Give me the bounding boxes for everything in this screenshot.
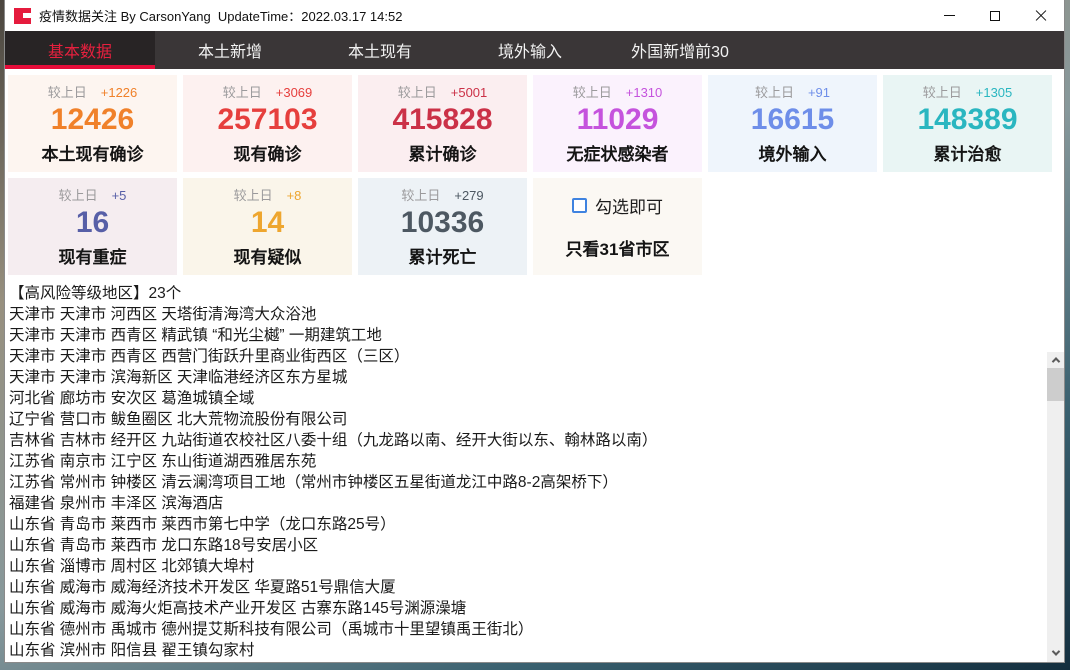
risk-list-item: 山东省 威海市 威海火炬高技术产业开发区 古寨东路145号渊源澡塘 (9, 598, 1042, 619)
stat-card: 较上日 +516 现有重症 (8, 178, 177, 275)
tab-bar: 基本数据本土新增本土现有境外输入外国新增前30 (5, 31, 1064, 69)
risk-list-item: 吉林省 吉林市 经开区 九站街道农校社区八委十组（九龙路以南、经开大街以东、翰林… (9, 430, 1042, 451)
stat-label: 无症状感染者 (567, 140, 669, 165)
risk-list-item: 山东省 淄博市 周村区 北郊镇大埠村 (9, 556, 1042, 577)
stat-card: 较上日 +3069 257103 现有确诊 (183, 75, 352, 172)
risk-list-item: 江苏省 南京市 江宁区 东山街道湖西雅居东苑 (9, 451, 1042, 472)
delta-value: +3069 (276, 85, 313, 100)
minimize-icon (944, 15, 955, 16)
maximize-button[interactable] (972, 0, 1018, 31)
maximize-icon (990, 11, 1000, 21)
delta-prefix-label: 较上日 (398, 85, 437, 100)
risk-list-item: 山东省 德州市 禹城市 德州提艾斯科技有限公司（禹城市十里望镇禹王街北） (9, 619, 1042, 640)
stat-label: 现有疑似 (234, 243, 302, 268)
delta-prefix-label: 较上日 (59, 188, 98, 203)
delta-value: +91 (808, 85, 830, 100)
stat-card: 较上日 +1310 11029 无症状感染者 (533, 75, 702, 172)
stat-card: 较上日 +279 10336 累计死亡 (358, 178, 527, 275)
stat-card: 较上日 +91 16615 境外输入 (708, 75, 877, 172)
delta-value: +1305 (976, 85, 1013, 100)
stat-value: 16 (76, 207, 109, 239)
chevron-up-icon (1051, 357, 1059, 365)
minimize-button[interactable] (926, 0, 972, 31)
stat-value: 10336 (401, 207, 484, 239)
stat-label: 累计治愈 (934, 140, 1002, 165)
stat-card: 较上日 +1226 12426 本土现有确诊 (8, 75, 177, 172)
checkbox-row[interactable]: 勾选即可 (572, 193, 663, 218)
risk-list-item: 天津市 天津市 西青区 西营门街跃升里商业街西区（三区） (9, 346, 1042, 367)
scrollbar-thumb[interactable] (1047, 368, 1064, 401)
close-button[interactable] (1018, 0, 1064, 31)
stat-label: 累计死亡 (409, 243, 477, 268)
stat-label: 现有确诊 (234, 140, 302, 165)
risk-list-item: 山东省 青岛市 莱西市 龙口东路18号安居小区 (9, 535, 1042, 556)
delta-value: +1226 (101, 85, 138, 100)
vertical-scrollbar[interactable] (1047, 352, 1064, 662)
stat-value: 11029 (577, 104, 659, 136)
close-icon (1035, 10, 1047, 22)
risk-list-item: 山东省 威海市 威海经济技术开发区 华夏路51号鼎信大厦 (9, 577, 1042, 598)
stat-card: 较上日 +814 现有疑似 (183, 178, 352, 275)
tab-3[interactable]: 本土现有 (305, 31, 455, 69)
delta-prefix-label: 较上日 (223, 85, 262, 100)
delta-prefix-label: 较上日 (234, 188, 273, 203)
checkbox-label[interactable]: 勾选即可 (595, 193, 663, 218)
app-logo-icon (14, 8, 31, 24)
delta-value: +279 (454, 188, 483, 203)
window-title: 疫情数据关注 By CarsonYang UpdateTime：2022.03.… (39, 6, 402, 25)
desktop-background: 疫情数据关注 By CarsonYang UpdateTime：2022.03.… (0, 0, 1070, 670)
chevron-down-icon (1051, 647, 1059, 655)
only-31-provinces-checkbox[interactable] (572, 198, 587, 213)
main-content: 较上日+122612426本土现有确诊较上日+3069257103现有确诊较上日… (5, 69, 1064, 662)
delta-prefix-label: 较上日 (755, 85, 794, 100)
stat-value: 257103 (217, 104, 317, 136)
delta-prefix-label: 较上日 (401, 188, 440, 203)
stat-card: 较上日 +5001 415828 累计确诊 (358, 75, 527, 172)
risk-area-list: 【高风险等级地区】23个 天津市 天津市 河西区 天塔街清海湾大众浴池天津市 天… (5, 283, 1064, 661)
stat-card: 较上日 +1305 148389 累计治愈 (883, 75, 1052, 172)
risk-list-item: 天津市 天津市 滨海新区 天津临港经济区东方星城 (9, 367, 1042, 388)
tab-1[interactable]: 基本数据 (5, 31, 155, 69)
delta-value: +5001 (451, 85, 488, 100)
filter-card-label: 只看31省市区 (566, 235, 670, 260)
risk-list-item: 江苏省 常州市 钟楼区 清云澜湾项目工地（常州市钟楼区五星街道龙江中路8-2高架… (9, 472, 1042, 493)
risk-list-header: 【高风险等级地区】23个 (9, 283, 1042, 304)
stat-value: 14 (251, 207, 284, 239)
stats-cards: 较上日+122612426本土现有确诊较上日+3069257103现有确诊较上日… (8, 75, 1064, 275)
tab-5[interactable]: 外国新增前30 (605, 31, 755, 69)
delta-value: +1310 (626, 85, 663, 100)
stat-label: 现有重症 (59, 243, 127, 268)
risk-list-item: 天津市 天津市 西青区 精武镇 “和光尘樾” 一期建筑工地 (9, 325, 1042, 346)
delta-value: +8 (287, 188, 302, 203)
delta-value: +5 (112, 188, 127, 203)
scrollbar-down-button[interactable] (1047, 645, 1064, 661)
risk-list-item: 辽宁省 营口市 鲅鱼圈区 北大荒物流股份有限公司 (9, 409, 1042, 430)
stat-value: 415828 (392, 104, 492, 136)
tab-2[interactable]: 本土新增 (155, 31, 305, 69)
risk-list-item: 山东省 青岛市 莱西市 莱西市第七中学（龙口东路25号） (9, 514, 1042, 535)
filter-card: 勾选即可 只看31省市区 (533, 178, 702, 275)
stat-value: 12426 (51, 104, 134, 136)
stat-value: 148389 (917, 104, 1017, 136)
risk-list-item: 河北省 廊坊市 安次区 葛渔城镇全域 (9, 388, 1042, 409)
titlebar: 疫情数据关注 By CarsonYang UpdateTime：2022.03.… (5, 0, 1064, 31)
stat-label: 境外输入 (759, 140, 827, 165)
risk-list-items: 天津市 天津市 河西区 天塔街清海湾大众浴池天津市 天津市 西青区 精武镇 “和… (9, 304, 1042, 661)
risk-list-item: 天津市 天津市 河西区 天塔街清海湾大众浴池 (9, 304, 1042, 325)
window-controls (926, 0, 1064, 31)
risk-list-item: 福建省 泉州市 丰泽区 滨海酒店 (9, 493, 1042, 514)
tab-4[interactable]: 境外输入 (455, 31, 605, 69)
delta-prefix-label: 较上日 (48, 85, 87, 100)
stat-label: 累计确诊 (409, 140, 477, 165)
scrollbar-up-button[interactable] (1047, 352, 1064, 368)
app-window: 疫情数据关注 By CarsonYang UpdateTime：2022.03.… (5, 0, 1064, 662)
stat-value: 16615 (751, 104, 834, 136)
delta-prefix-label: 较上日 (573, 85, 612, 100)
delta-prefix-label: 较上日 (923, 85, 962, 100)
risk-list-item: 山东省 滨州市 阳信县 翟王镇勾家村 (9, 640, 1042, 661)
stat-label: 本土现有确诊 (42, 140, 144, 165)
